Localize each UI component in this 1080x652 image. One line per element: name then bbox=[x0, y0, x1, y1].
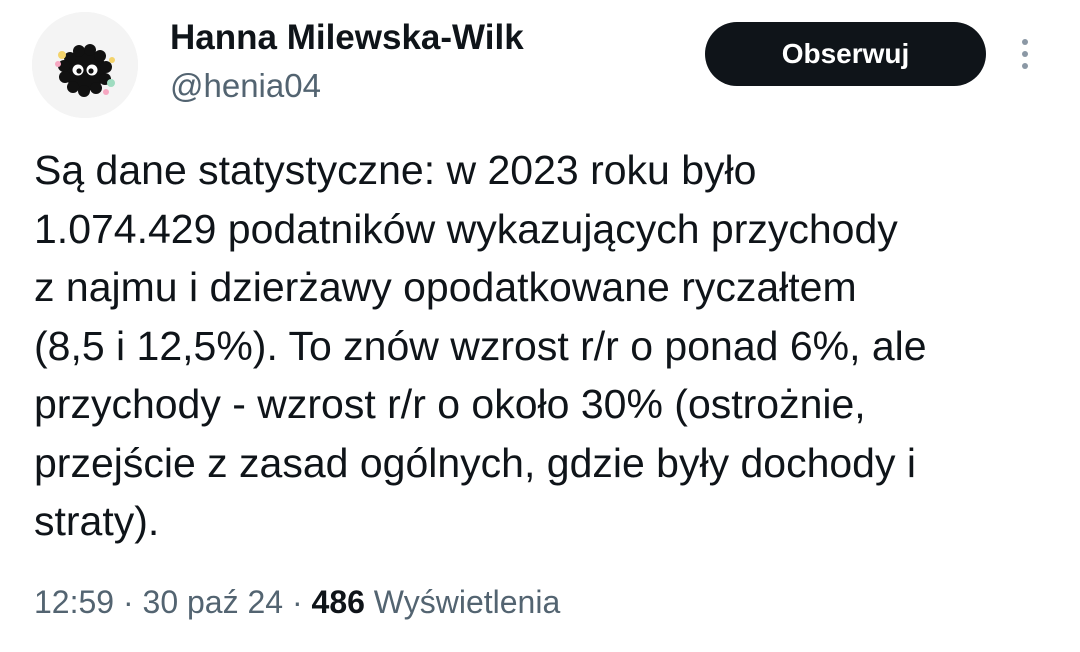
tweet-time[interactable]: 12:59 bbox=[34, 584, 114, 620]
dot bbox=[1022, 39, 1028, 45]
views-label: Wyświetlenia bbox=[373, 584, 561, 620]
dot bbox=[1022, 63, 1028, 69]
avatar[interactable] bbox=[32, 12, 138, 118]
tweet-date[interactable]: 30 paź 24 bbox=[143, 584, 284, 620]
tweet-card: Hanna Milewska-Wilk @henia04 Obserwuj Są… bbox=[0, 0, 1080, 652]
meta-separator: · bbox=[122, 584, 134, 620]
follow-button[interactable]: Obserwuj bbox=[705, 22, 986, 86]
soot-sprite-avatar-icon bbox=[32, 12, 138, 118]
tweet-meta: 12:59 · 30 paź 24 · 486 Wyświetlenia bbox=[34, 584, 560, 621]
author-display-name[interactable]: Hanna Milewska-Wilk bbox=[170, 18, 524, 58]
meta-separator: · bbox=[291, 584, 303, 620]
more-options-icon[interactable] bbox=[1008, 30, 1042, 78]
tweet-text: Są dane statystyczne: w 2023 roku było 1… bbox=[34, 147, 927, 544]
views-count: 486 bbox=[311, 584, 365, 620]
dot bbox=[1022, 51, 1028, 57]
author-handle[interactable]: @henia04 bbox=[170, 67, 321, 105]
